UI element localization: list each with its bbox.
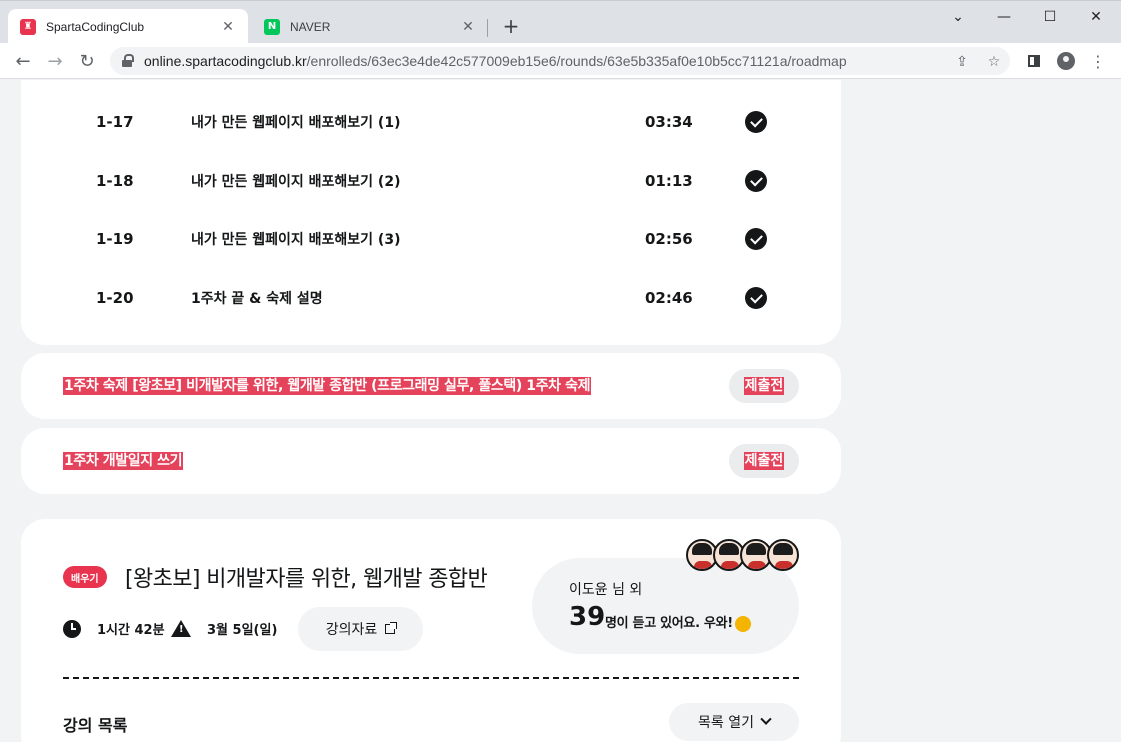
- lesson-row[interactable]: 1-18 내가 만든 웹페이지 배포해보기 (2) 01:13: [21, 161, 841, 201]
- minimize-icon[interactable]: —: [981, 3, 1027, 31]
- reload-icon[interactable]: ↻: [73, 47, 101, 75]
- share-icon[interactable]: ⇪: [953, 53, 971, 71]
- bookmark-star-icon[interactable]: ☆: [985, 53, 1003, 71]
- warning-icon: [171, 620, 191, 637]
- devlog-title[interactable]: 1주차 개발일지 쓰기: [63, 452, 184, 470]
- browser-tab-bar: ♜ SpartaCodingClub ✕ N NAVER ✕ + ⌄ — ☐ ✕: [0, 0, 1121, 44]
- new-tab-icon[interactable]: +: [500, 14, 522, 38]
- tab-title: NAVER: [290, 19, 331, 34]
- open-list-button[interactable]: 목록 열기: [669, 703, 799, 741]
- window-close-icon[interactable]: ✕: [1073, 3, 1119, 31]
- deadline-meta: 3월 5일(일): [171, 619, 277, 638]
- listener-name: 이도윤 님 외: [569, 582, 643, 598]
- course-card: 배우기 [왕초보] 비개발자를 위한, 웹개발 종합반 1시간 42분 3월 5…: [21, 519, 841, 742]
- lesson-row[interactable]: 1-19 내가 만든 웹페이지 배포해보기 (3) 02:56: [21, 219, 841, 259]
- listener-count: 39: [569, 602, 606, 632]
- lock-icon: [122, 54, 134, 68]
- lesson-list-card: 1-17 내가 만든 웹페이지 배포해보기 (1) 03:34 1-18 내가 …: [21, 80, 841, 345]
- avatar: [767, 539, 799, 571]
- lesson-number: 1-19: [96, 230, 134, 248]
- check-circle-icon: [745, 287, 767, 309]
- lesson-row[interactable]: 1-20 1주차 끝 & 숙제 설명 02:46: [21, 278, 841, 318]
- chevron-down-icon: [760, 713, 772, 725]
- more-menu-icon[interactable]: ⋮: [1084, 47, 1112, 75]
- lecture-list-label: 강의 목록: [63, 716, 128, 735]
- check-circle-icon: [745, 170, 767, 192]
- forward-arrow-icon[interactable]: →: [41, 47, 69, 75]
- listener-box: 이도윤 님 외 39 명이 듣고 있어요. 우와!: [532, 558, 799, 654]
- tab-title: SpartaCodingClub: [46, 19, 145, 34]
- homework-title[interactable]: 1주차 숙제 [왕초보] 비개발자를 위한, 웹개발 종합반 (프로그래밍 실무…: [63, 377, 592, 395]
- lesson-title: 내가 만든 웹페이지 배포해보기 (2): [191, 174, 401, 190]
- side-panel-icon[interactable]: [1020, 47, 1048, 75]
- tab-divider: [487, 19, 488, 37]
- devlog-card[interactable]: 1주차 개발일지 쓰기 제출전: [21, 428, 841, 494]
- tab-sparta[interactable]: ♜ SpartaCodingClub ✕: [8, 9, 248, 44]
- back-arrow-icon[interactable]: ←: [9, 47, 37, 75]
- lesson-title: 내가 만든 웹페이지 배포해보기 (3): [191, 232, 401, 248]
- learn-badge: 배우기: [63, 566, 107, 588]
- duration-text: 1시간 42분: [97, 623, 165, 638]
- lesson-number: 1-20: [96, 289, 134, 307]
- check-circle-icon: [745, 111, 767, 133]
- clock-icon: [63, 619, 81, 638]
- sparta-favicon-icon: ♜: [20, 18, 36, 35]
- submission-status-button[interactable]: 제출전: [729, 369, 799, 403]
- lesson-number: 1-18: [96, 172, 134, 190]
- lesson-duration: 02:46: [645, 289, 693, 307]
- naver-favicon-icon: N: [264, 18, 280, 35]
- lesson-title: 내가 만든 웹페이지 배포해보기 (1): [191, 115, 401, 131]
- lesson-title: 1주차 끝 & 숙제 설명: [191, 291, 323, 307]
- listener-text: 명이 듣고 있어요. 우와!: [605, 612, 751, 632]
- close-icon[interactable]: ✕: [220, 19, 236, 35]
- address-bar[interactable]: online.spartacodingclub.kr/enrolleds/63e…: [110, 47, 1010, 75]
- deadline-text: 3월 5일(일): [207, 623, 278, 638]
- submission-status-button[interactable]: 제출전: [729, 444, 799, 478]
- lesson-duration: 01:13: [645, 172, 693, 190]
- course-title: [왕초보] 비개발자를 위한, 웹개발 종합반: [125, 567, 488, 592]
- homework-card[interactable]: 1주차 숙제 [왕초보] 비개발자를 위한, 웹개발 종합반 (프로그래밍 실무…: [21, 353, 841, 419]
- external-link-icon: [385, 622, 398, 634]
- clapping-hands-icon: [734, 615, 751, 632]
- lesson-number: 1-17: [96, 113, 134, 131]
- url-text: online.spartacodingclub.kr/enrolleds/63e…: [144, 53, 847, 69]
- tab-naver[interactable]: N NAVER ✕: [252, 9, 488, 44]
- close-icon[interactable]: ✕: [460, 19, 476, 35]
- check-circle-icon: [745, 228, 767, 250]
- maximize-icon[interactable]: ☐: [1027, 3, 1073, 31]
- course-materials-button[interactable]: 강의자료: [298, 607, 423, 651]
- browser-toolbar: ← → ↻ online.spartacodingclub.kr/enrolle…: [0, 43, 1121, 79]
- avatar-group: [686, 539, 799, 571]
- lesson-row[interactable]: 1-17 내가 만든 웹페이지 배포해보기 (1) 03:34: [21, 102, 841, 142]
- lesson-duration: 02:56: [645, 230, 693, 248]
- duration-meta: 1시간 42분: [63, 619, 165, 638]
- profile-icon[interactable]: [1052, 47, 1080, 75]
- chevron-down-icon[interactable]: ⌄: [935, 3, 981, 31]
- dashed-divider: [63, 677, 799, 679]
- page-viewport: 1-17 내가 만든 웹페이지 배포해보기 (1) 03:34 1-18 내가 …: [0, 80, 1121, 742]
- lesson-duration: 03:34: [645, 113, 693, 131]
